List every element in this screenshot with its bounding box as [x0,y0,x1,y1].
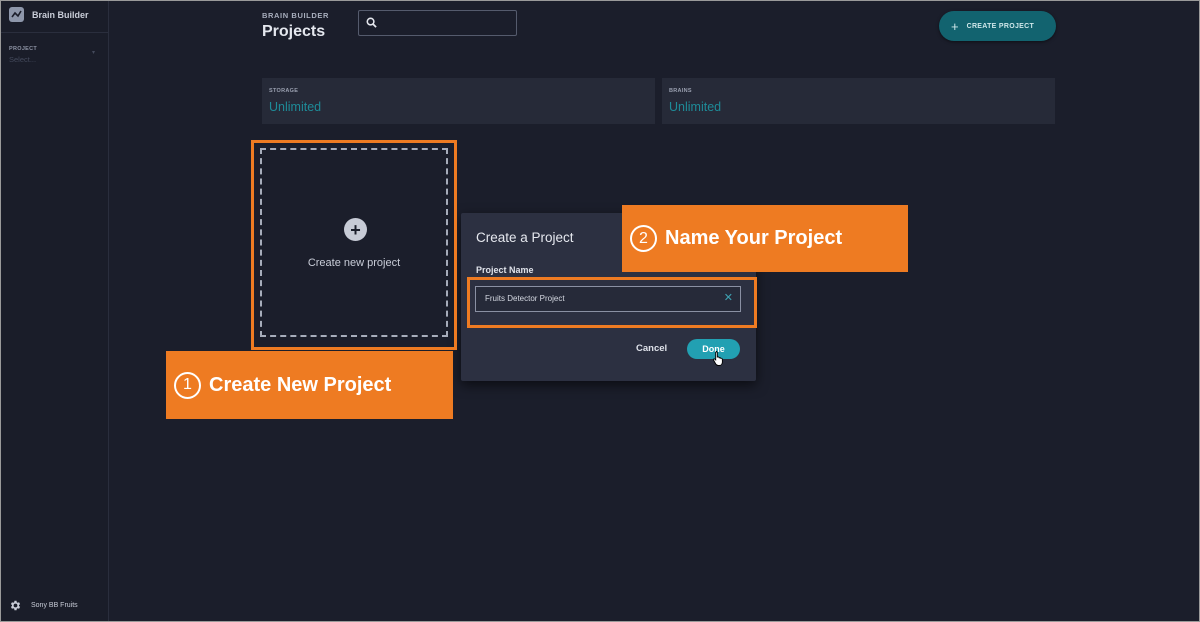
step-number: 1 [174,371,201,399]
stat-value: Unlimited [269,100,322,114]
stat-value: Unlimited [669,100,722,114]
hand-cursor-icon [712,351,723,366]
page-title: Projects [262,23,326,40]
search-icon [366,17,378,29]
sidebar-footer[interactable]: Sony BB Fruits [9,599,78,612]
gear-icon[interactable] [9,599,22,612]
stat-label: BRAINS [669,88,692,94]
create-project-button[interactable]: + CREATE PROJECT [939,11,1056,41]
chevron-down-icon[interactable]: ▾ [92,49,95,56]
sidebar: Brain Builder PROJECT Select... ▾ Sony B… [1,1,109,621]
dialog-title: Create a Project [476,230,574,245]
plus-icon: + [951,18,959,34]
brain-builder-logo-icon [9,7,24,22]
brains-stat-card: BRAINS Unlimited [662,78,1055,124]
callout-step-2: 2 Name Your Project [622,205,908,272]
cancel-button[interactable]: Cancel [636,343,667,354]
callout-text: Name Your Project [665,227,843,249]
project-select[interactable]: Select... [9,55,36,64]
highlight-box-project-name [467,277,757,328]
sidebar-divider [1,32,109,33]
footer-user-name: Sony BB Fruits [31,602,78,609]
project-label: PROJECT [9,46,38,52]
highlight-box-new-project [251,140,457,350]
storage-stat-card: STORAGE Unlimited [262,78,655,124]
brand[interactable]: Brain Builder [9,7,89,22]
stat-label: STORAGE [269,88,299,94]
create-project-label: CREATE PROJECT [966,22,1035,30]
project-name-label: Project Name [476,265,534,275]
search-input[interactable] [358,10,517,36]
step-number: 2 [630,225,657,252]
section-label: BRAIN BUILDER [262,11,329,20]
callout-text: Create New Project [209,373,392,396]
app-name: Brain Builder [32,9,89,20]
callout-step-1: 1 Create New Project [166,351,453,419]
